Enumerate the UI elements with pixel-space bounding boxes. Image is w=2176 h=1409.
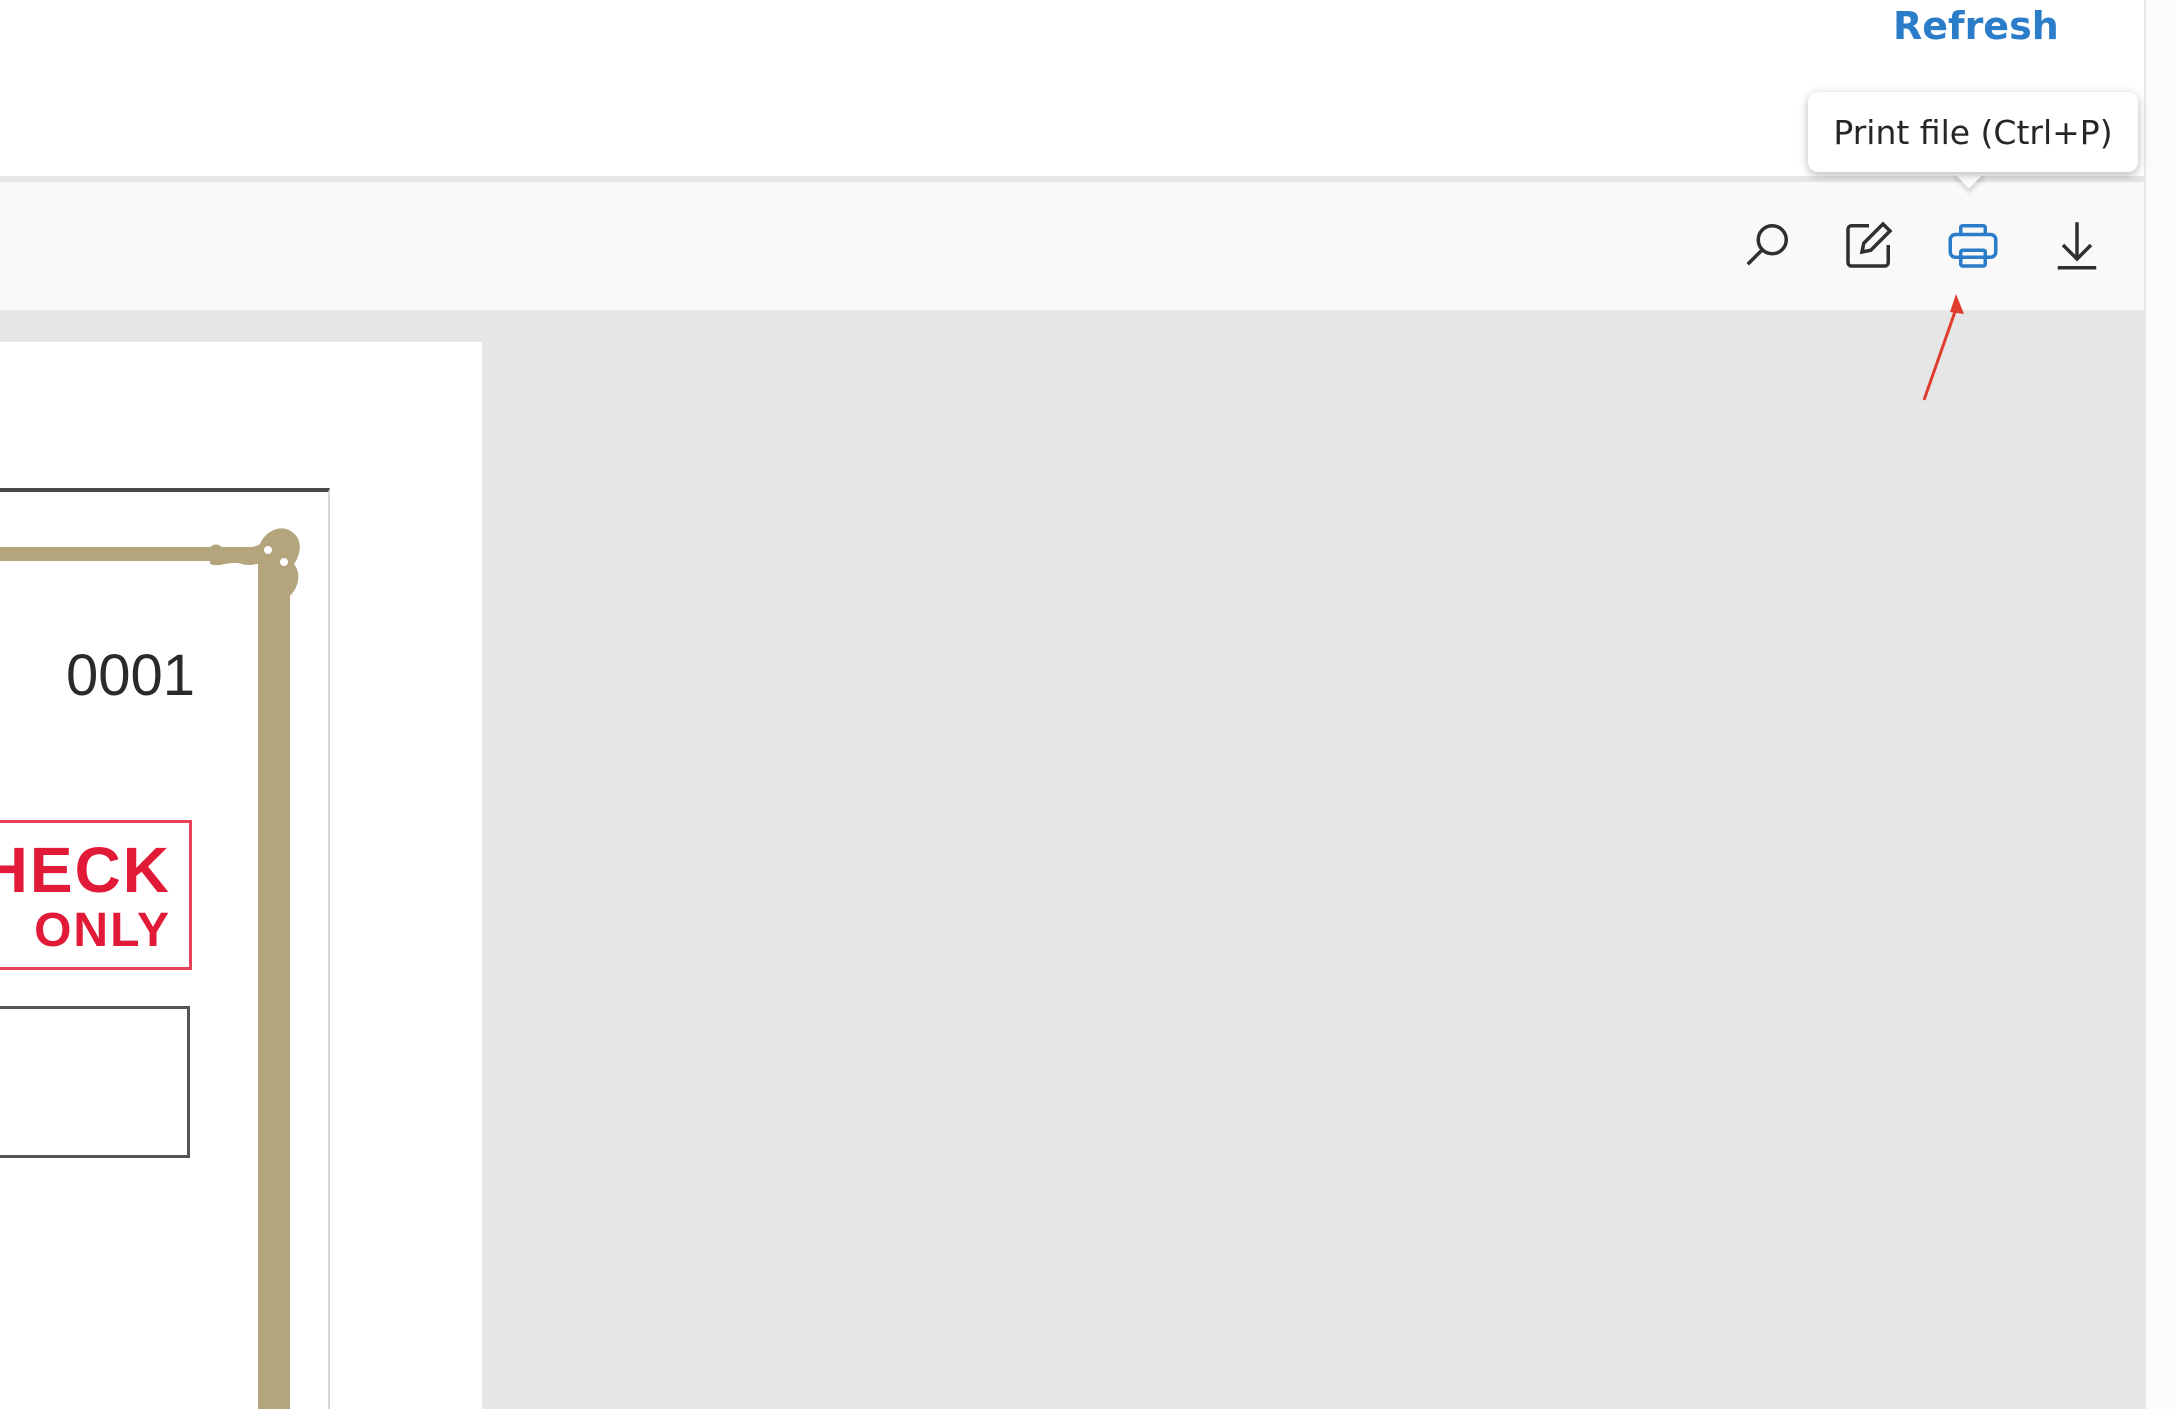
scrollbar-track[interactable]: [2144, 0, 2176, 1409]
corner-ornament-icon: [208, 528, 300, 612]
viewer-toolbar: [0, 182, 2144, 310]
refresh-button[interactable]: Refresh: [1893, 4, 2059, 48]
check-number: 0001: [66, 643, 196, 708]
amount-box: [0, 1006, 190, 1158]
print-icon: [1948, 224, 1998, 268]
print-button[interactable]: [1938, 210, 2008, 280]
search-button[interactable]: [1732, 210, 1802, 280]
search-icon: [1746, 224, 1788, 266]
document-page: 0001 HECK ONLY: [0, 342, 482, 1409]
void-stamp: HECK ONLY: [0, 820, 192, 970]
stamp-text-line1: HECK: [0, 834, 171, 906]
annotation-arrow-icon: [1922, 294, 1964, 401]
stamp-text-line2: ONLY: [34, 904, 171, 957]
edit-icon: [1846, 221, 1893, 268]
tooltip-text: Print file (Ctrl+P): [1833, 112, 2113, 152]
download-button[interactable]: [2042, 210, 2112, 280]
edit-button[interactable]: [1834, 210, 1904, 280]
check-border-right: [258, 547, 290, 1409]
download-icon: [2057, 222, 2097, 270]
print-tooltip: Print file (Ctrl+P): [1808, 92, 2138, 172]
